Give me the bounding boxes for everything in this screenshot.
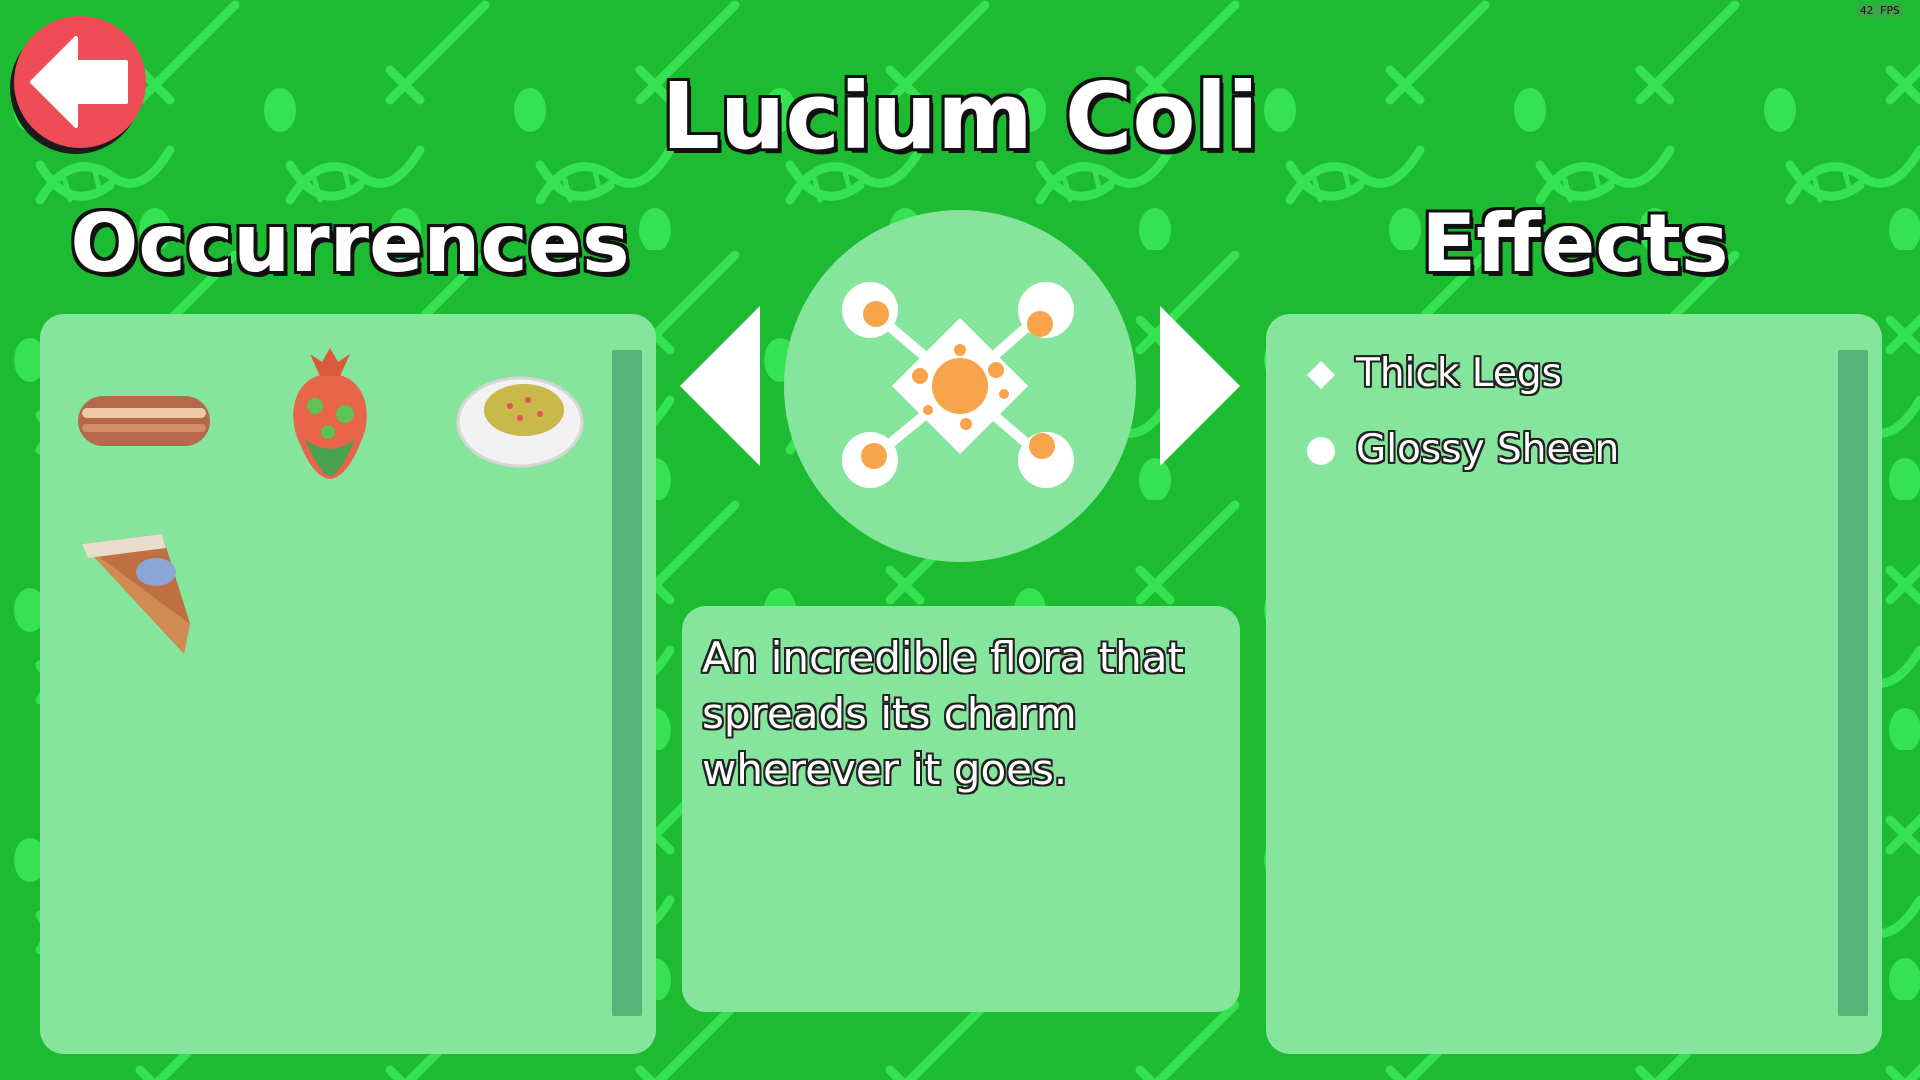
deviled-egg-icon xyxy=(456,376,584,468)
pie-slice-icon xyxy=(82,534,190,654)
page-title: Lucium Coli xyxy=(661,63,1259,170)
fps-counter: 42 FPS xyxy=(1858,4,1902,17)
occurrences-scrollbar[interactable] xyxy=(612,350,642,1016)
germ-molecule-icon xyxy=(842,282,1074,488)
occurrence-item-strawberry[interactable] xyxy=(260,344,400,479)
effect-label: Glossy Sheen xyxy=(1356,427,1620,472)
circle-icon xyxy=(1307,437,1335,465)
left-triangle-icon xyxy=(680,306,760,466)
germ-portrait xyxy=(784,210,1136,562)
germ-detail-screen: Lucium Coli Occurrences Effects An incre… xyxy=(0,0,1920,1080)
occurrence-item-hotdog-bun[interactable] xyxy=(74,354,214,484)
occurrences-heading: Occurrences xyxy=(70,197,630,290)
back-arrow-icon xyxy=(30,36,128,128)
description-panel: An incredible flora that spreads its cha… xyxy=(682,606,1240,1012)
occurrences-panel xyxy=(40,314,656,1054)
occurrence-item-deviled-egg[interactable] xyxy=(450,354,590,484)
back-button[interactable] xyxy=(14,16,146,148)
right-triangle-icon xyxy=(1160,306,1240,466)
effects-panel: Thick Legs Glossy Sheen xyxy=(1266,314,1882,1054)
effect-item-thick-legs[interactable]: Thick Legs xyxy=(1302,336,1619,412)
effects-heading: Effects xyxy=(1421,197,1729,290)
strawberry-icon xyxy=(293,348,367,479)
hotdog-bun-icon xyxy=(78,396,210,446)
next-germ-button[interactable] xyxy=(1160,306,1240,466)
diamond-icon xyxy=(1307,361,1335,389)
germ-description: An incredible flora that spreads its cha… xyxy=(702,633,1184,794)
previous-germ-button[interactable] xyxy=(680,306,760,466)
effect-label: Thick Legs xyxy=(1356,351,1562,396)
effects-scrollbar[interactable] xyxy=(1838,350,1868,1016)
effects-list: Thick Legs Glossy Sheen xyxy=(1302,336,1619,488)
effect-item-glossy-sheen[interactable]: Glossy Sheen xyxy=(1302,412,1619,488)
occurrence-item-pie-slice[interactable] xyxy=(74,524,214,654)
